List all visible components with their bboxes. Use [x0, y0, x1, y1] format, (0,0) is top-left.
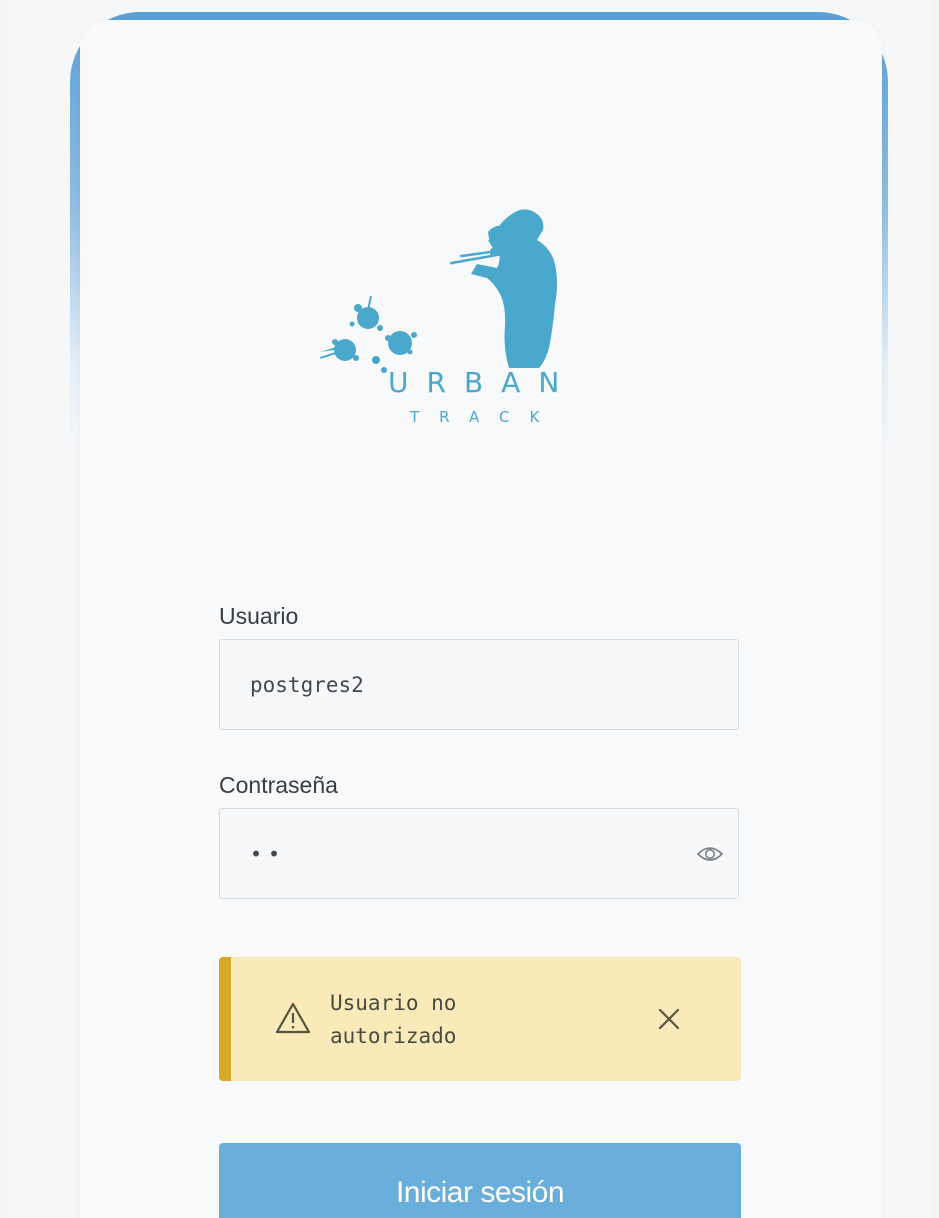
error-alert: Usuario no autorizado [219, 957, 741, 1081]
password-label: Contraseña [219, 772, 338, 798]
alert-accent-bar [219, 957, 231, 1081]
warning-triangle-icon [275, 1002, 311, 1034]
password-field[interactable]: •• [219, 808, 739, 899]
logo-text-track: TRACK [409, 408, 559, 426]
logo-text-urban: URBAN [388, 366, 577, 399]
eye-icon[interactable] [696, 843, 724, 865]
urban-track-logo: URBAN TRACK [320, 209, 577, 426]
login-button[interactable]: Iniciar sesión [219, 1143, 741, 1218]
alert-message: Usuario no autorizado [330, 991, 457, 1048]
password-masked-value: •• [250, 842, 287, 866]
close-icon[interactable] [657, 1007, 681, 1031]
username-label: Usuario [219, 603, 299, 629]
paint-splat-icon [320, 296, 417, 373]
username-field[interactable]: postgres2 [219, 639, 739, 730]
login-page: URBAN TRACK Usuario postgres2 Contraseña… [0, 0, 939, 1218]
username-value: postgres2 [250, 673, 364, 697]
paintball-player-icon [450, 209, 557, 368]
